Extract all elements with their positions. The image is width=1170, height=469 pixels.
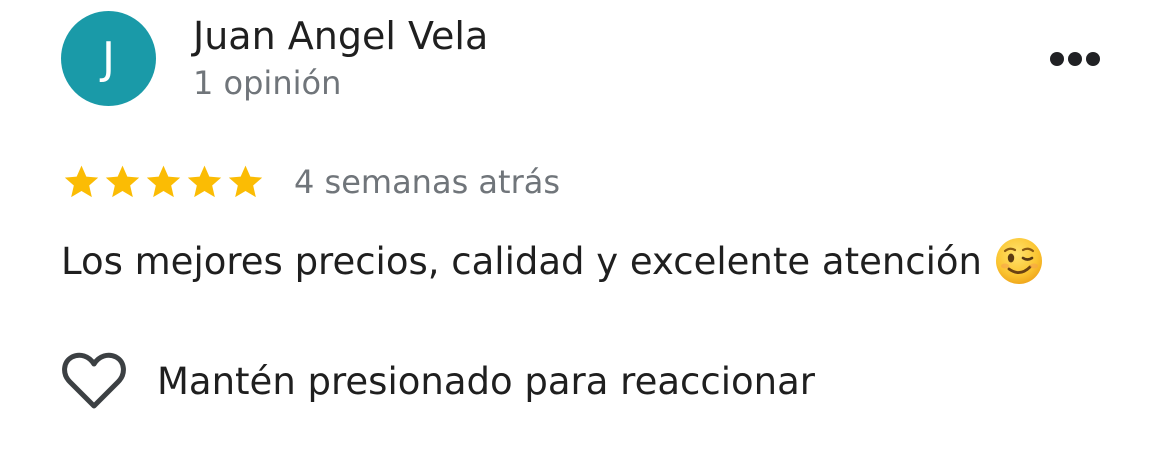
react-label: Mantén presionado para reaccionar (157, 359, 815, 403)
review-text: Los mejores precios, calidad y excelente… (61, 239, 983, 283)
star-icon (146, 165, 181, 198)
star-icon (187, 165, 222, 198)
star-icon (228, 165, 263, 198)
heart-outline-icon (62, 352, 126, 409)
star-rating (61, 162, 266, 202)
avatar-initial: J (102, 33, 115, 84)
review-body: Los mejores precios, calidad y excelente… (61, 236, 1044, 286)
more-options-button[interactable] (1046, 44, 1104, 74)
rating-row: 4 semanas atrás (61, 160, 560, 204)
author-name[interactable]: Juan Angel Vela (193, 14, 488, 58)
react-button[interactable]: Mantén presionado para reaccionar (61, 350, 815, 412)
winking-face-emoji (996, 238, 1043, 284)
more-horizontal-icon (1050, 52, 1100, 66)
star-icon (105, 165, 140, 198)
review-card: J Juan Angel Vela 1 opinión 4 semanas at… (0, 0, 1170, 469)
review-date: 4 semanas atrás (294, 163, 560, 201)
avatar[interactable]: J (61, 11, 156, 106)
author-review-count: 1 opinión (193, 64, 342, 102)
star-icon (64, 165, 99, 198)
